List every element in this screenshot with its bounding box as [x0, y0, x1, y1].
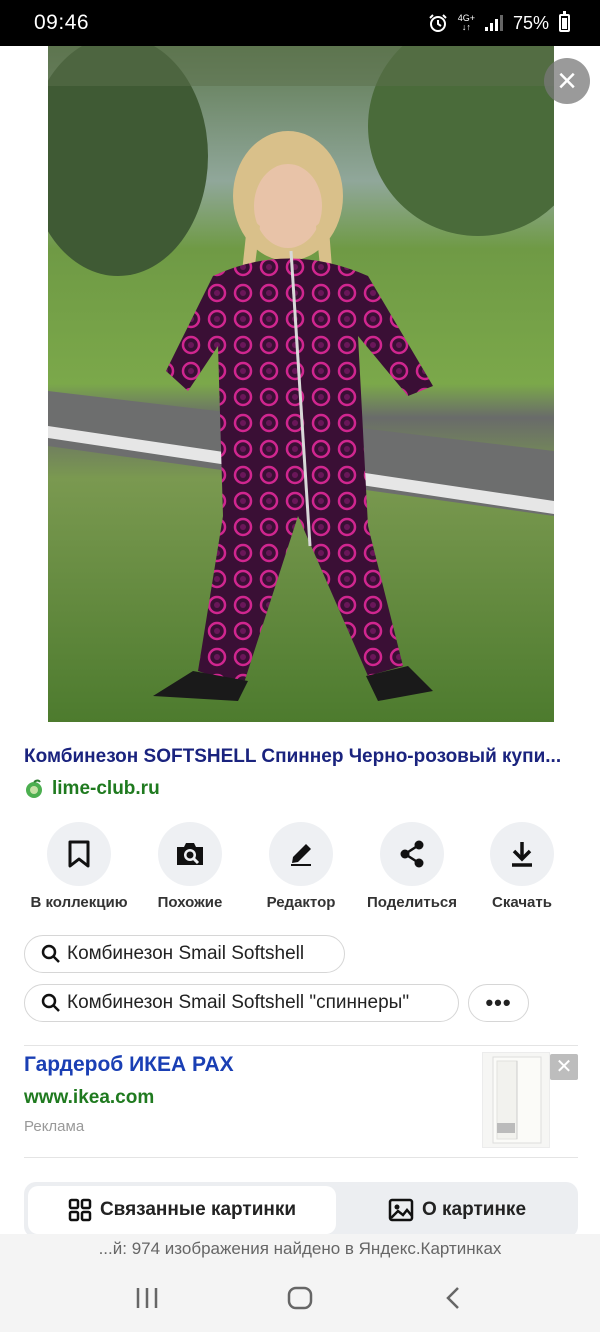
recent-apps-button[interactable]	[117, 1278, 177, 1318]
more-suggestions-button[interactable]: •••	[468, 984, 529, 1022]
close-icon: ×	[557, 62, 577, 100]
editor-button[interactable]: Редактор	[245, 822, 357, 911]
battery-icon	[559, 11, 570, 32]
download-button[interactable]: Скачать	[466, 822, 578, 911]
similar-button[interactable]: Похожие	[134, 822, 246, 911]
image-tabs: Связанные картинки О картинке	[24, 1182, 578, 1238]
status-time: 09:46	[34, 11, 90, 34]
tab-related-label: Связанные картинки	[99, 1199, 297, 1220]
more-icon: •••	[485, 990, 512, 1015]
add-to-collection-button[interactable]: В коллекцию	[23, 822, 135, 911]
result-source[interactable]: lime-club.ru	[24, 778, 160, 800]
share-button[interactable]: Поделиться	[356, 822, 468, 911]
pencil-icon	[291, 844, 311, 866]
ad-close-button[interactable]: ✕	[550, 1054, 578, 1080]
bookmark-icon	[68, 840, 90, 868]
ad-title[interactable]: Гардероб ИКЕА PAX	[24, 1053, 234, 1077]
status-icons: 4G+ ↓↑ 75%	[428, 11, 570, 34]
suggestion-chip[interactable]: Комбинезон Smail Softshell "спиннеры"	[24, 984, 459, 1022]
results-count: ...й: 974 изображения найдено в Яндекс.К…	[0, 1234, 600, 1264]
grid-icon	[68, 1198, 92, 1222]
image-viewer[interactable]: ×	[0, 46, 600, 722]
search-icon	[41, 944, 60, 963]
main-photo[interactable]	[48, 46, 554, 722]
result-domain[interactable]: lime-club.ru	[52, 778, 160, 800]
download-icon	[512, 842, 532, 867]
suggestion-label: Комбинезон Smail Softshell "спиннеры"	[67, 992, 410, 1013]
ad-label: Реклама	[24, 1118, 85, 1135]
back-button[interactable]	[423, 1278, 483, 1318]
wardrobe-image	[492, 1056, 542, 1144]
tab-about-image[interactable]: О картинке	[340, 1186, 574, 1234]
ad-url[interactable]: www.ikea.com	[24, 1087, 154, 1109]
close-viewer-button[interactable]: ×	[544, 58, 590, 104]
tab-related-images[interactable]: Связанные картинки	[28, 1186, 336, 1234]
action-bar: В коллекцию Похожие Редактор Поделиться …	[0, 822, 600, 922]
divider	[24, 1157, 578, 1158]
recents-icon	[136, 1288, 157, 1308]
tab-about-label: О картинке	[421, 1199, 527, 1220]
alarm-icon	[428, 14, 447, 32]
image-icon	[388, 1198, 414, 1222]
divider	[24, 1045, 578, 1046]
back-icon	[446, 1287, 460, 1309]
battery-percent: 75%	[512, 12, 549, 33]
camera-search-icon	[177, 843, 203, 865]
home-icon	[287, 1286, 313, 1310]
search-icon	[41, 993, 60, 1012]
signal-icon	[484, 15, 503, 31]
result-title[interactable]: Комбинезон SOFTSHELL Спиннер Черно-розов…	[24, 746, 579, 768]
site-favicon-icon	[26, 779, 42, 798]
home-button[interactable]	[270, 1278, 330, 1318]
network-icon: 4G+ ↓↑	[457, 13, 475, 32]
suggestion-label: Комбинезон Smail Softshell	[67, 943, 305, 964]
suggestion-chip[interactable]: Комбинезон Smail Softshell	[24, 935, 345, 973]
status-bar: 09:46 4G+ ↓↑ 75%	[0, 0, 600, 46]
close-icon: ✕	[555, 1056, 573, 1078]
ad-image[interactable]	[482, 1052, 550, 1148]
photo-illustration	[48, 46, 554, 701]
system-nav-bar	[0, 1264, 600, 1332]
share-icon	[400, 840, 424, 868]
